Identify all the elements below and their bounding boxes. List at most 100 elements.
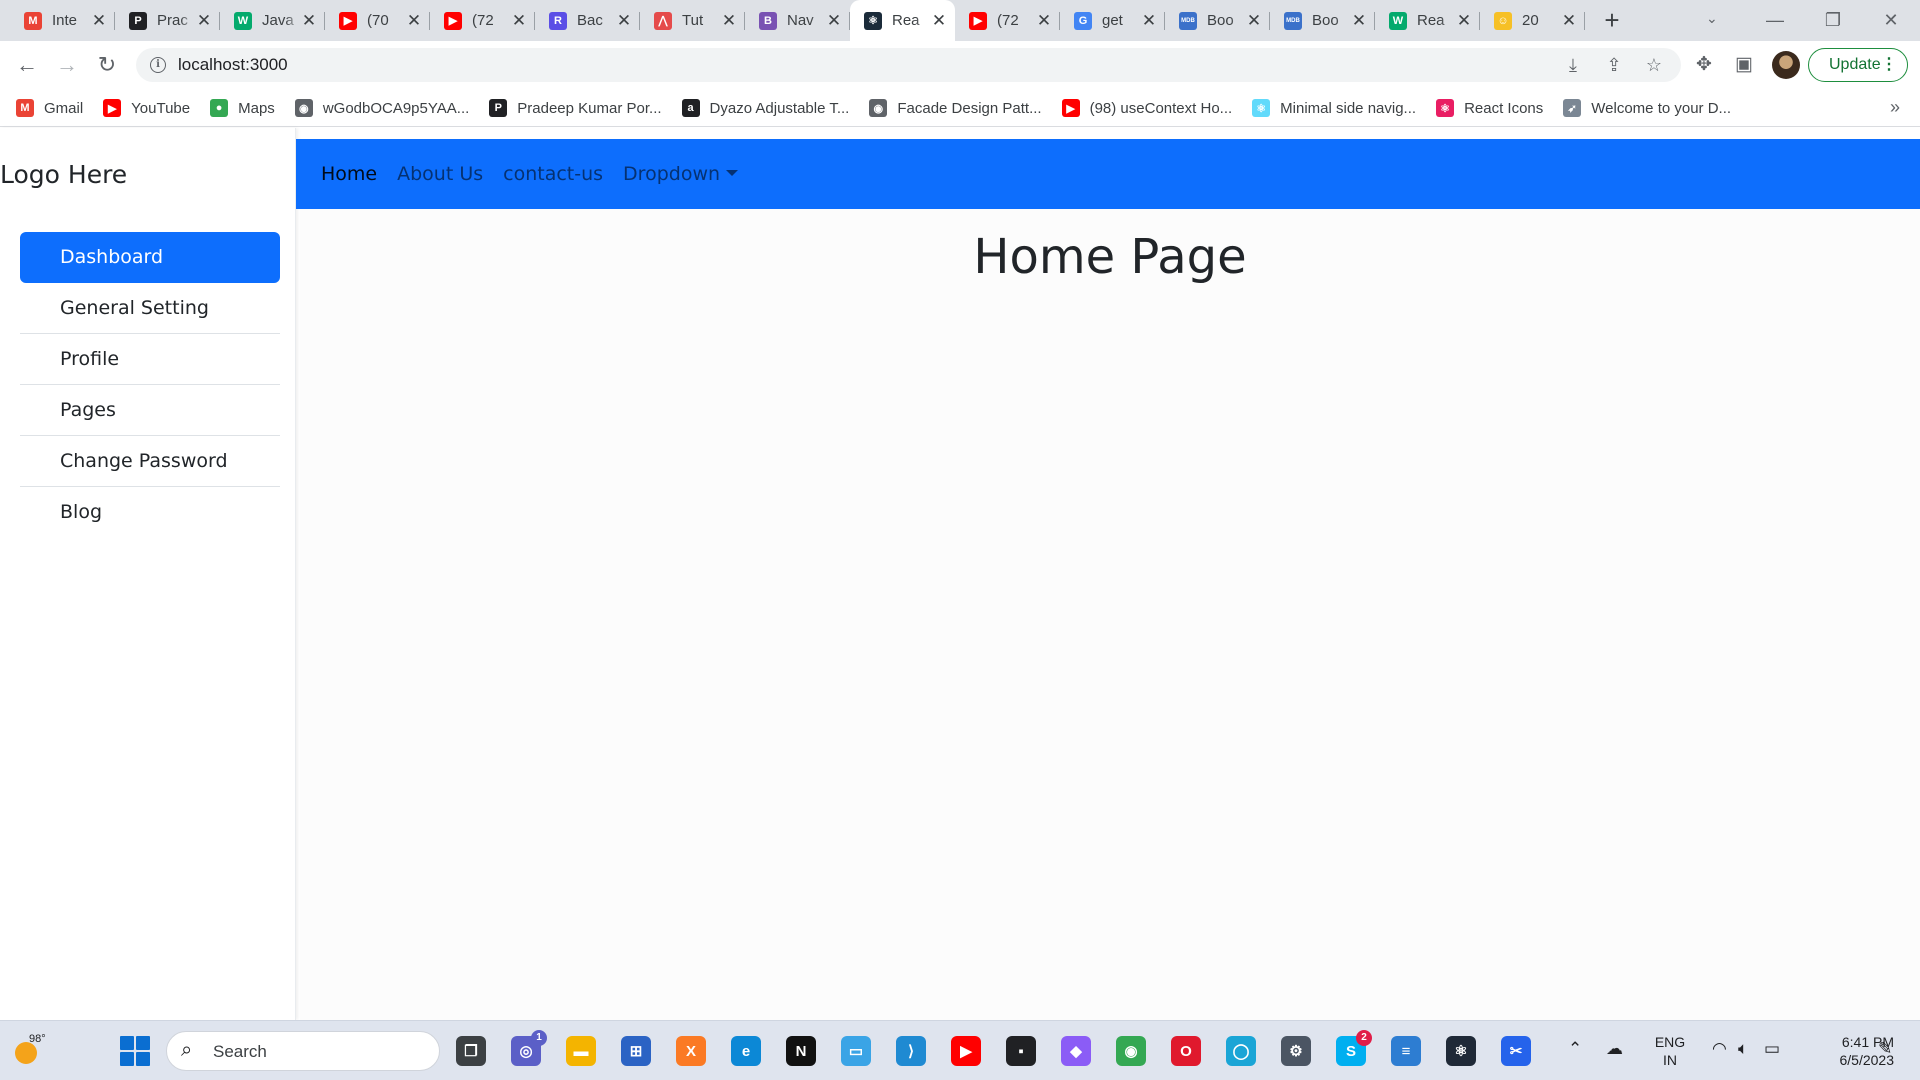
browser-tab[interactable]: ▶ (72 ✕	[955, 0, 1060, 41]
notepad-icon[interactable]: ≡	[1391, 1036, 1421, 1066]
terminal-icon[interactable]: ▪	[1006, 1036, 1036, 1066]
opera-icon[interactable]: O	[1171, 1036, 1201, 1066]
taskbar-search-box[interactable]: ⌕ Search	[166, 1031, 440, 1071]
share-icon[interactable]: ⇪	[1602, 53, 1626, 77]
close-window-icon[interactable]: ✕	[1868, 6, 1914, 34]
settings-icon[interactable]: ⚙	[1281, 1036, 1311, 1066]
forward-icon[interactable]: →	[52, 50, 82, 80]
browser-tab[interactable]: MDB Boo ✕	[1165, 0, 1270, 41]
install-app-icon[interactable]: ⤓	[1561, 53, 1585, 77]
close-tab-icon[interactable]: ✕	[616, 11, 632, 31]
address-bar[interactable]: i localhost:3000 ⤓ ⇪ ☆	[136, 48, 1681, 82]
bookmark-item[interactable]: a Dyazo Adjustable T...	[681, 99, 849, 117]
browser-tab[interactable]: W Java ✕	[220, 0, 325, 41]
bookmark-item[interactable]: ⚛ React Icons	[1436, 99, 1543, 117]
browser-tab[interactable]: P Prac ✕	[115, 0, 220, 41]
bookmark-item[interactable]: P Pradeep Kumar Por...	[489, 99, 662, 117]
close-tab-icon[interactable]: ✕	[1351, 11, 1367, 31]
bookmark-star-icon[interactable]: ☆	[1642, 53, 1666, 77]
close-tab-icon[interactable]: ✕	[301, 11, 317, 31]
browser-tab[interactable]: R Bac ✕	[535, 0, 640, 41]
weather-widget[interactable]: 98°	[12, 1033, 46, 1067]
bookmark-item[interactable]: ● Maps	[210, 99, 275, 117]
chrome-icon[interactable]: ◉	[1116, 1036, 1146, 1066]
nav-about-us[interactable]: About Us	[397, 163, 483, 185]
snipping-tool-icon[interactable]: ✂	[1501, 1036, 1531, 1066]
close-tab-icon[interactable]: ✕	[406, 11, 422, 31]
back-icon[interactable]: ←	[12, 50, 42, 80]
minimize-icon[interactable]: —	[1752, 6, 1798, 34]
browser-tab[interactable]: B Nav ✕	[745, 0, 850, 41]
bookmark-item[interactable]: M Gmail	[16, 99, 83, 117]
reload-icon[interactable]: ↻	[92, 50, 122, 80]
close-tab-icon[interactable]: ✕	[1246, 11, 1262, 31]
nav-contact-us[interactable]: contact-us	[503, 163, 603, 185]
close-tab-icon[interactable]: ✕	[721, 11, 737, 31]
bookmark-item[interactable]: ➶ Welcome to your D...	[1563, 99, 1731, 117]
vscode-icon[interactable]: ⟩	[896, 1036, 926, 1066]
netflix-icon[interactable]: N	[786, 1036, 816, 1066]
close-tab-icon[interactable]: ✕	[1561, 11, 1577, 31]
volume-icon[interactable]: 🔈︎	[1738, 1039, 1748, 1059]
bookmark-item[interactable]: ▶ (98) useContext Ho...	[1061, 99, 1232, 117]
browser-tab[interactable]: ☺ 20 ✕	[1480, 0, 1585, 41]
close-tab-icon[interactable]: ✕	[1036, 11, 1052, 31]
xampp-icon[interactable]: X	[676, 1036, 706, 1066]
browser-tab[interactable]: W Rea ✕	[1375, 0, 1480, 41]
close-tab-icon[interactable]: ✕	[511, 11, 527, 31]
nav-home[interactable]: Home	[321, 163, 377, 185]
sidebar-item-general-setting[interactable]: General Setting	[20, 283, 280, 334]
new-tab-button[interactable]: +	[1598, 7, 1626, 35]
site-info-icon[interactable]: i	[150, 57, 166, 73]
bookmark-item[interactable]: ◉ Facade Design Patt...	[869, 99, 1042, 117]
close-tab-icon[interactable]: ✕	[91, 11, 107, 31]
alexa-icon[interactable]: ◯	[1226, 1036, 1256, 1066]
browser-tab[interactable]: ⋀ Tut ✕	[640, 0, 745, 41]
site-logo[interactable]: Logo Here	[0, 160, 127, 189]
bookmark-item[interactable]: ▶ YouTube	[103, 99, 190, 117]
bookmark-item[interactable]: ⚛ Minimal side navig...	[1252, 99, 1416, 117]
browser-tab[interactable]: ⚛ Rea ✕	[850, 0, 955, 41]
sidebar-item-dashboard[interactable]: Dashboard	[20, 232, 280, 283]
p-logo-icon: P	[129, 11, 147, 30]
browser-tab[interactable]: ▶ (70 ✕	[325, 0, 430, 41]
close-tab-icon[interactable]: ✕	[1456, 11, 1472, 31]
notification-icon[interactable]: ✎	[1878, 1039, 1892, 1059]
sidebar-item-profile[interactable]: Profile	[20, 334, 280, 385]
windows-start-icon[interactable]	[120, 1036, 150, 1066]
sidebar-item-change-password[interactable]: Change Password	[20, 436, 280, 487]
git-icon[interactable]: ◆	[1061, 1036, 1091, 1066]
tab-search-icon[interactable]: ⌄	[1706, 10, 1718, 27]
battery-icon[interactable]: ▭	[1764, 1039, 1780, 1059]
file-explorer-icon[interactable]: ▬	[566, 1036, 596, 1066]
close-tab-icon[interactable]: ✕	[826, 11, 842, 31]
side-panel-icon[interactable]: ▣	[1732, 53, 1756, 77]
browser-tab[interactable]: M Inte ✕	[10, 0, 115, 41]
update-button[interactable]: Update ⋮	[1808, 48, 1908, 82]
nav-dropdown[interactable]: Dropdown	[623, 163, 739, 185]
close-tab-icon[interactable]: ✕	[1141, 11, 1157, 31]
sidebar-item-blog[interactable]: Blog	[20, 487, 280, 538]
profile-avatar[interactable]	[1772, 51, 1800, 79]
task-view-icon[interactable]: ❐	[456, 1036, 486, 1066]
onedrive-cloud-icon[interactable]: ☁	[1606, 1039, 1623, 1059]
browser-tab[interactable]: MDB Boo ✕	[1270, 0, 1375, 41]
restore-icon[interactable]: ❐	[1810, 6, 1856, 34]
show-hidden-icons-icon[interactable]: ⌃	[1568, 1039, 1582, 1059]
url-text[interactable]: localhost:3000	[178, 55, 288, 75]
close-tab-icon[interactable]: ✕	[931, 11, 947, 31]
browser-tab[interactable]: ▶ (72 ✕	[430, 0, 535, 41]
language-indicator[interactable]: ENG IN	[1650, 1033, 1690, 1069]
react-devtools-icon[interactable]: ⚛	[1446, 1036, 1476, 1066]
sticky-app-icon[interactable]: ▭	[841, 1036, 871, 1066]
sidebar-item-pages[interactable]: Pages	[20, 385, 280, 436]
youtube-icon[interactable]: ▶	[951, 1036, 981, 1066]
wifi-icon[interactable]: ◠	[1712, 1039, 1727, 1059]
bookmark-item[interactable]: ◉ wGodbOCA9p5YAA...	[294, 99, 469, 117]
browser-tab[interactable]: Gget ✕	[1060, 0, 1165, 41]
more-bookmarks-icon[interactable]: »	[1890, 97, 1900, 118]
extensions-icon[interactable]: ✥	[1692, 53, 1716, 77]
microsoft-store-icon[interactable]: ⊞	[621, 1036, 651, 1066]
close-tab-icon[interactable]: ✕	[196, 11, 212, 31]
edge-icon[interactable]: e	[731, 1036, 761, 1066]
